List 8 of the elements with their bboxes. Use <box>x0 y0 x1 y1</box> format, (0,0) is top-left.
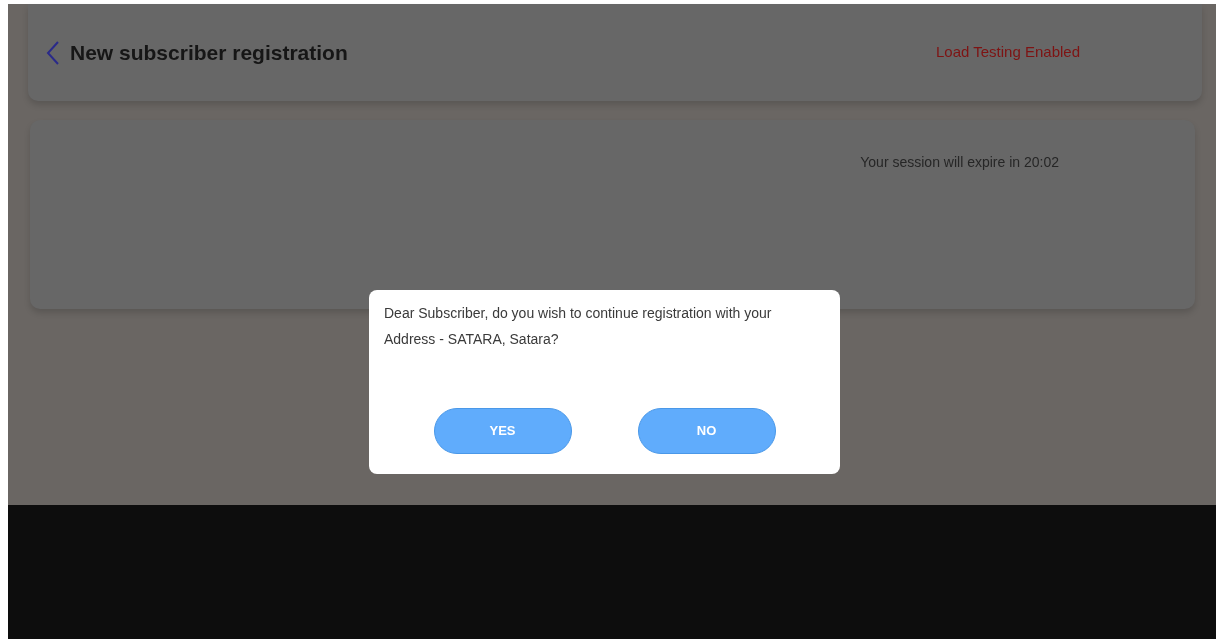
page-title: New subscriber registration <box>70 39 348 66</box>
back-button[interactable] <box>46 39 60 66</box>
back-chevron-icon <box>46 39 60 66</box>
dialog-button[interactable]: YES <box>433 408 572 454</box>
load-testing-status: Load Testing Enabled <box>936 42 1080 63</box>
dialog-message: Dear Subscriber, do you wish to continue registration with your Address - SATARA, Satara? <box>384 304 773 349</box>
session-expiry-text: Your session will expire in 20:02 <box>860 153 1059 172</box>
dialog-button[interactable]: NO <box>637 408 776 454</box>
